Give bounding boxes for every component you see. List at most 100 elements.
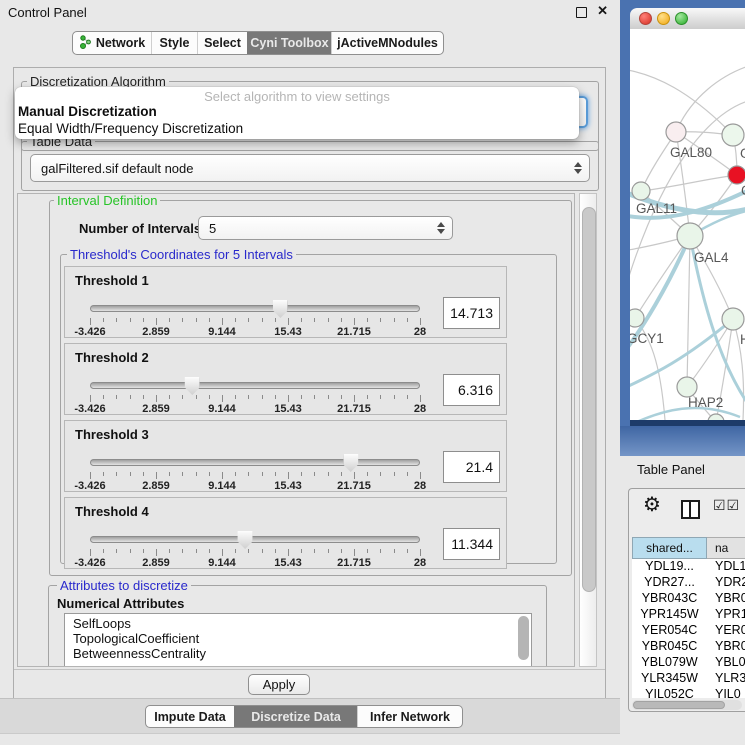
network-window-titlebar[interactable] — [630, 8, 745, 30]
close-traffic-light-icon[interactable] — [639, 12, 652, 25]
slider-track[interactable] — [90, 305, 420, 312]
tab-infer-network[interactable]: Infer Network — [357, 706, 462, 727]
slider-scale-label: 21.715 — [337, 480, 371, 492]
slider-scale-label: 15.43 — [274, 480, 302, 492]
threshold-slider[interactable]: -3.4262.8599.14415.4321.71528 — [90, 455, 420, 491]
slider-track[interactable] — [90, 459, 420, 466]
network-node-hap2[interactable] — [677, 377, 697, 397]
popup-item-equal-width-frequency-discretization[interactable]: Equal Width/Frequency Discretization — [15, 121, 579, 138]
tab-network[interactable]: Network — [73, 32, 151, 54]
tab-jactivemnodules[interactable]: jActiveMNodules — [331, 32, 443, 54]
slider-track[interactable] — [90, 382, 420, 389]
attribute-item-betweennesscentrality[interactable]: BetweennessCentrality — [73, 646, 531, 661]
cyni-toolbox-panel: Discretization Algorithm Select algorith… — [13, 67, 606, 700]
slider-thumb[interactable] — [238, 531, 253, 549]
slider-tick — [130, 472, 131, 476]
network-node-gcy1[interactable] — [630, 309, 644, 327]
slider-thumb[interactable] — [273, 300, 288, 318]
slider-tick — [275, 472, 276, 476]
tab-cyni-toolbox[interactable]: Cyni Toolbox — [247, 32, 331, 54]
slider-scale-label: 21.715 — [337, 326, 371, 338]
slider-tick — [275, 395, 276, 399]
network-node-gal11[interactable] — [632, 182, 650, 200]
threshold-4-value-input[interactable] — [443, 528, 500, 560]
minimize-traffic-light-icon[interactable] — [657, 12, 670, 25]
table-row[interactable]: YBR045CYBR0 — [632, 639, 745, 655]
threshold-3-value-input[interactable] — [443, 451, 500, 483]
network-node-c[interactable] — [728, 166, 745, 184]
threshold-1-value-input[interactable] — [443, 297, 500, 329]
slider-track[interactable] — [90, 536, 420, 543]
slider-tick — [222, 395, 223, 402]
table-row[interactable]: YDL19...YDL1 — [632, 559, 745, 575]
zoom-traffic-light-icon[interactable] — [675, 12, 688, 25]
slider-tick — [314, 472, 315, 476]
split-pane-icon[interactable] — [681, 500, 700, 519]
apply-strip: Apply — [14, 669, 605, 700]
threshold-slider[interactable]: -3.4262.8599.14415.4321.71528 — [90, 532, 420, 568]
slider-tick — [209, 472, 210, 476]
slider-scale-label: 15.43 — [274, 557, 302, 569]
select-columns-icons[interactable]: ☑☑ — [713, 497, 740, 514]
popup-hint: Select algorithm to view settings — [15, 89, 579, 104]
slider-thumb[interactable] — [185, 377, 200, 395]
slider-tick — [143, 549, 144, 553]
table-horizontal-scrollbar[interactable] — [632, 700, 742, 710]
table-row[interactable]: YLR345WYLR3 — [632, 671, 745, 687]
slider-tick — [130, 395, 131, 399]
table-row[interactable]: YBL079WYBL0 — [632, 655, 745, 671]
threshold-2-value-input[interactable] — [443, 374, 500, 406]
screen: Control Panel ✕ NetworkStyleSelectCyni T… — [0, 0, 745, 745]
attributes-list-scrollbar[interactable] — [518, 616, 529, 660]
tab-style[interactable]: Style — [151, 32, 197, 54]
network-node-gal80[interactable] — [666, 122, 686, 142]
table-header: shared... na — [632, 537, 745, 559]
slider-tick — [103, 318, 104, 322]
popup-item-manual-discretization[interactable]: Manual Discretization — [15, 104, 579, 121]
slider-tick — [380, 318, 381, 322]
table-row[interactable]: YBR043CYBR0 — [632, 591, 745, 607]
table-row[interactable]: YDR27...YDR2 — [632, 575, 745, 591]
float-window-icon[interactable] — [576, 7, 587, 18]
close-icon[interactable]: ✕ — [597, 3, 608, 19]
slider-scale-label: 15.43 — [274, 326, 302, 338]
settings-scrollbar[interactable] — [579, 193, 597, 667]
slider-tick — [169, 549, 170, 553]
slider-tick — [407, 395, 408, 399]
table-row[interactable]: YER054CYER0 — [632, 623, 745, 639]
slider-tick — [328, 472, 329, 476]
tab-discretize-data[interactable]: Discretize Data — [234, 706, 357, 727]
numerical-attributes-list[interactable]: SelfLoopsTopologicalCoefficientBetweenne… — [64, 613, 532, 667]
network-view-canvas[interactable]: GAL80GACGAL11GAL4GCY1HHAP2 — [630, 29, 745, 420]
attribute-item-topologicalcoefficient[interactable]: TopologicalCoefficient — [73, 631, 531, 646]
slider-tick — [420, 549, 421, 556]
table-data-combobox[interactable]: galFiltered.sif default node — [30, 154, 590, 182]
slider-tick — [235, 549, 236, 553]
number-of-intervals-combobox[interactable]: 5 — [198, 216, 453, 240]
slider-tick — [130, 549, 131, 553]
column-header-name[interactable]: na — [707, 537, 745, 559]
slider-tick — [235, 395, 236, 399]
table-row[interactable]: YIL052CYIL0 — [632, 687, 745, 698]
tab-select[interactable]: Select — [197, 32, 247, 54]
slider-thumb[interactable] — [343, 454, 358, 472]
threshold-slider[interactable]: -3.4262.8599.14415.4321.71528 — [90, 378, 420, 414]
network-node-h[interactable] — [722, 308, 744, 330]
slider-tick — [196, 395, 197, 399]
network-node-ga[interactable] — [722, 124, 744, 146]
threshold-slider[interactable]: -3.4262.8599.14415.4321.71528 — [90, 301, 420, 337]
column-header-shared-name[interactable]: shared... — [632, 537, 707, 559]
table-horizontal-scrollbar-thumb[interactable] — [633, 701, 725, 709]
apply-button[interactable]: Apply — [248, 674, 310, 695]
slider-tick — [116, 549, 117, 553]
network-node-gal4[interactable] — [677, 223, 703, 249]
settings-viewport: Interval Definition Number of Intervals … — [17, 193, 575, 667]
gear-icon[interactable]: ⚙ — [643, 495, 661, 515]
settings-scrollbar-thumb[interactable] — [582, 207, 596, 592]
slider-tick — [156, 549, 157, 556]
attribute-item-selfloops[interactable]: SelfLoops — [73, 616, 531, 631]
slider-tick — [380, 472, 381, 476]
table-row[interactable]: YPR145WYPR1 — [632, 607, 745, 623]
combo-arrows-icon — [437, 222, 445, 234]
tab-impute-data[interactable]: Impute Data — [146, 706, 234, 727]
